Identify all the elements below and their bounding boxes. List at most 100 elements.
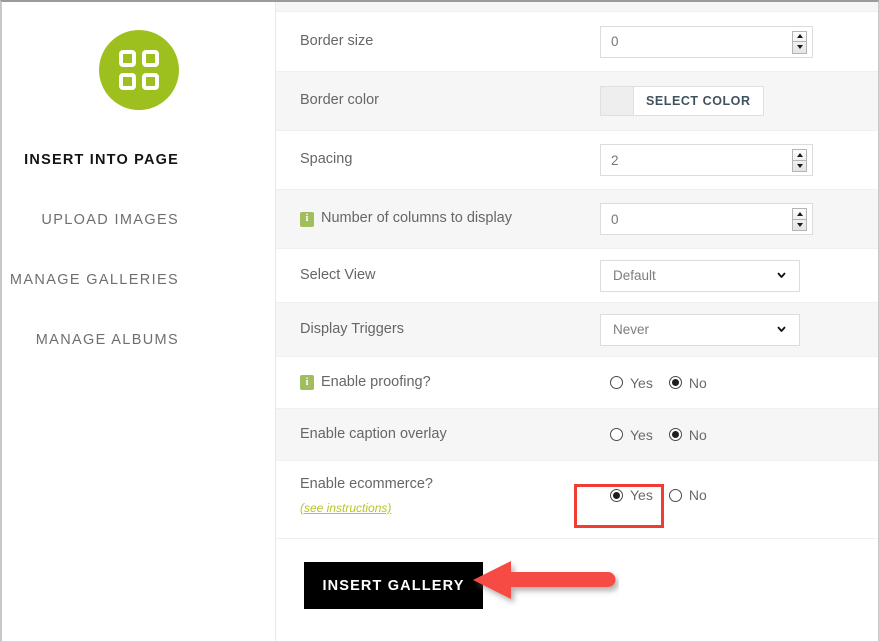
enable-proofing-radios: Yes No (610, 375, 707, 391)
radio-label-yes: Yes (630, 374, 653, 391)
number-of-columns-stepper[interactable] (792, 208, 807, 231)
select-view-value: Default (613, 268, 656, 283)
label-enable-proofing: i Enable proofing? (300, 373, 600, 393)
info-icon[interactable]: i (300, 211, 314, 227)
control-border-size: 0 (600, 25, 878, 58)
sidebar: INSERT INTO PAGE UPLOAD IMAGES MANAGE GA… (2, 2, 276, 641)
radio-circle[interactable] (668, 488, 682, 502)
see-instructions-link[interactable]: (see instructions) (300, 500, 391, 516)
control-display-triggers: Never (600, 313, 878, 346)
grid-squares-icon (98, 30, 179, 110)
select-view-dropdown[interactable]: Default (600, 259, 800, 292)
label-text: Display Triggers (300, 320, 404, 337)
sidebar-item-upload-images[interactable]: UPLOAD IMAGES (2, 212, 179, 228)
sidebar-item-insert-into-page[interactable]: INSERT INTO PAGE (2, 152, 179, 168)
radio-circle-selected[interactable] (668, 376, 682, 389)
sidebar-item-manage-albums[interactable]: MANAGE ALBUMS (2, 332, 179, 348)
select-color-label: SELECT COLOR (646, 94, 751, 108)
label-text: Border color (300, 92, 379, 109)
row-number-of-columns: i Number of columns to display 0 (276, 190, 878, 249)
radio-label-no: No (688, 426, 707, 443)
label-text: Select View (300, 266, 376, 283)
insert-gallery-button[interactable]: INSERT GALLERY (304, 562, 483, 609)
label-text: Enable ecommerce? (300, 476, 433, 492)
chevron-down-icon (777, 272, 786, 278)
border-size-value: 0 (611, 34, 619, 49)
sidebar-item-manage-galleries[interactable]: MANAGE GALLERIES (2, 272, 179, 288)
label-text: Border size (300, 32, 374, 49)
label-number-of-columns: i Number of columns to display (300, 209, 600, 229)
logo-cell-4 (141, 73, 159, 90)
label-text: Spacing (300, 151, 353, 168)
control-select-view: Default (600, 259, 878, 292)
row-display-triggers: Display Triggers Never (276, 303, 878, 357)
row-enable-caption-overlay: Enable caption overlay Yes No (276, 409, 878, 461)
radio-label-no: No (688, 487, 707, 503)
control-enable-proofing: Yes No (600, 375, 878, 391)
submit-area: INSERT GALLERY (276, 539, 878, 609)
spacing-value: 2 (611, 152, 619, 168)
label-text: Number of columns to display (321, 210, 512, 227)
logo-wrap (2, 30, 275, 110)
label-text: Enable proofing? (321, 373, 431, 390)
label-select-view: Select View (300, 266, 600, 286)
control-enable-caption-overlay: Yes No (600, 427, 878, 443)
display-triggers-dropdown[interactable]: Never (600, 313, 800, 346)
color-swatch[interactable] (601, 87, 634, 115)
radio-label-yes: Yes (630, 426, 653, 443)
label-border-size: Border size (300, 32, 600, 52)
label-display-triggers: Display Triggers (300, 320, 600, 340)
enable-proofing-no[interactable]: No (668, 374, 707, 391)
row-border-color: Border color SELECT COLOR (276, 72, 878, 131)
border-size-input[interactable]: 0 (600, 25, 813, 58)
radio-circle-selected[interactable] (610, 488, 623, 502)
plugin-window: INSERT INTO PAGE UPLOAD IMAGES MANAGE GA… (0, 0, 879, 642)
number-of-columns-input[interactable]: 0 (600, 203, 813, 235)
label-enable-caption-overlay: Enable caption overlay (300, 425, 600, 445)
enable-caption-overlay-radios: Yes No (610, 427, 707, 443)
border-size-stepper[interactable] (792, 30, 807, 54)
radio-label-yes: Yes (630, 487, 653, 503)
panel-top-strip (276, 2, 878, 12)
label-border-color: Border color (300, 91, 600, 111)
stepper-down-icon[interactable] (793, 42, 806, 53)
radio-label-no: No (688, 374, 707, 391)
enable-ecommerce-radios: Yes No (610, 487, 707, 503)
spacing-input[interactable]: 2 (600, 144, 813, 176)
row-spacing: Spacing 2 (276, 131, 878, 190)
logo-cell-3 (118, 73, 136, 90)
control-number-of-columns: 0 (600, 203, 878, 235)
row-border-size: Border size 0 (276, 12, 878, 72)
radio-circle[interactable] (610, 376, 623, 389)
control-enable-ecommerce: Yes No (600, 475, 878, 503)
radio-circle-selected[interactable] (668, 428, 682, 441)
info-icon[interactable]: i (300, 375, 314, 390)
label-enable-ecommerce: Enable ecommerce? (see instructions) (300, 475, 600, 516)
label-spacing: Spacing (300, 150, 600, 170)
sidebar-nav: INSERT INTO PAGE UPLOAD IMAGES MANAGE GA… (2, 152, 275, 348)
stepper-up-icon[interactable] (793, 209, 806, 220)
radio-circle[interactable] (610, 428, 623, 441)
number-of-columns-value: 0 (611, 211, 619, 227)
control-border-color: SELECT COLOR (600, 86, 878, 116)
enable-proofing-yes[interactable]: Yes (610, 375, 653, 391)
row-select-view: Select View Default (276, 249, 878, 303)
chevron-down-icon (777, 326, 786, 332)
logo-cell-2 (141, 50, 159, 67)
stepper-up-icon[interactable] (793, 32, 806, 42)
row-enable-ecommerce: Enable ecommerce? (see instructions) Yes… (276, 461, 878, 539)
control-spacing: 2 (600, 144, 878, 176)
stepper-down-icon[interactable] (793, 220, 806, 231)
logo-cell-1 (118, 50, 136, 67)
enable-caption-overlay-no[interactable]: No (668, 426, 707, 443)
enable-caption-overlay-yes[interactable]: Yes (610, 427, 653, 443)
stepper-down-icon[interactable] (793, 161, 806, 172)
stepper-up-icon[interactable] (793, 150, 806, 161)
spacing-stepper[interactable] (792, 149, 807, 172)
enable-ecommerce-no[interactable]: No (668, 487, 707, 503)
display-triggers-value: Never (613, 322, 650, 337)
select-color-button[interactable]: SELECT COLOR (600, 86, 764, 116)
settings-panel: Border size 0 Border color SELECT COLOR … (276, 2, 878, 641)
label-text: Enable caption overlay (300, 425, 447, 442)
enable-ecommerce-yes[interactable]: Yes (610, 487, 653, 503)
